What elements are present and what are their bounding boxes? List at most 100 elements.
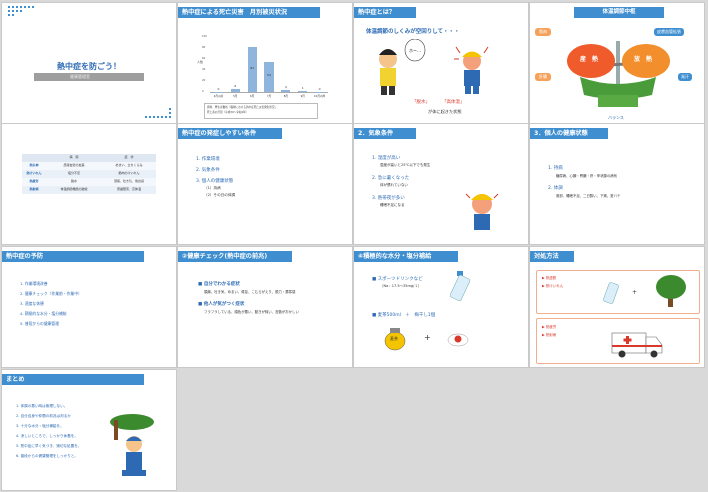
list-item: 6. 普段からの健康管理をしっかりと。 [16,454,79,458]
slide-chart[interactable]: 熱中症による死亡災害 月別被災状況 人数 100 80 60 40 20 0 0… [178,3,352,123]
slide-title-bar: ④積極的な水分・塩分補給 [354,251,458,262]
note-line: 死亡者の月別（平成30〜令和4年） [207,111,249,114]
slide-title-bar: 対処方法 [530,251,574,262]
table-row: 熱けいれん 塩分不足 筋肉のけいれん [22,170,156,178]
table-cell: 病 態 [69,155,79,159]
label-sweating: 発汗 [678,73,692,81]
umeboshi-icon [447,333,469,347]
slide-summary[interactable]: まとめ 1. 体調の悪い時は無理しない。 2. 自分自身や仲間の前兆は判るか 3… [2,370,176,490]
list-item: 1. 持病 [548,166,563,171]
list-item: 2. 自分自身や仲間の前兆は判るか [16,414,71,418]
list-item: 1. 作業環境 [196,157,220,162]
table-row: 熱射病 体温調節機能の破綻 意識障害、高体温 [22,186,156,194]
tree-shade-icon [656,275,686,307]
table-cell: 症 状 [124,155,134,159]
case-label: ▶ 熱射病 [542,333,557,337]
slide-title-bar: 熱中症による死亡災害 月別被災状況 [178,7,320,18]
list-item: 5. 普段からの健康管理 [20,321,60,326]
symptom-table: 病 態 症 状熱失神 皮膚血管の拡張 めまい、立ちくらみ 熱けいれん 塩分不足 筋肉のけいれ… [2,154,176,194]
label-muscle: 筋肉 [535,28,551,36]
slide-personal-health[interactable]: 3．個人の健康状態 1. 持病 糖尿病、心臓・腎臓・肝・甲状腺の病気 2. 体調… [530,124,704,244]
slide-title-bar: まとめ [2,374,144,385]
list-detail: 湿度が高いと25℃以下でも発生 [380,163,431,167]
slide-symptom-table[interactable]: 病 態 症 状熱失神 皮膚血管の拡張 めまい、立ちくらみ 熱けいれん 塩分不足 筋肉のけいれ… [2,124,176,244]
x-tick-label: 6月 [250,95,255,98]
list-item: 1. 体調の悪い時は無理しない。 [16,404,68,408]
tea-label: 麦茶 [390,336,398,341]
center-label: 体温調節中枢 [574,7,664,18]
list-item: 2. 気象条件 [196,168,220,173]
label-liver: 肝臓 [535,73,551,81]
list-detail: 風邪、睡眠不足、二日酔い、下痢、夏バテ [556,194,621,198]
x-tick-label: 10月以降 [314,95,326,98]
list-item: 5. 熱中症に早く気づき、適切な処置を。 [16,444,82,448]
balance-label: バランス [608,115,624,120]
bottle-icon [450,271,471,302]
subtitle: 体温調節のしくみが空回りして・・・ [366,29,460,35]
table-cell: 頭痛、吐き気、倦怠感 [113,179,144,183]
case-label: ▶ 熱けいれん [542,284,564,288]
list-item: 3. 個人の健康状態 [196,179,234,184]
slide-weather[interactable]: 2．気象条件 1. 湿度が高い 湿度が高いと25℃以下でも発生 2. 急に暑くな… [354,124,528,244]
slide-title-bar: 熱中症の発症しやすい条件 [178,128,282,139]
table-cell: 皮膚血管の拡張 [63,163,85,167]
bar-value-label: 4 [284,84,287,89]
slide-title-bar: 熱中症の予防 [2,251,144,262]
list-detail: 糖尿病、心臓・腎臓・肝・甲状腺の病気 [556,174,618,178]
ytick: 80 [202,46,206,49]
list-item: 4. 涼しいところで、しっかり休養を。 [16,434,78,438]
plus-sign: + [424,333,431,342]
table-cell: 熱射病 [29,187,39,191]
slide-conditions[interactable]: 熱中症の発症しやすい条件 1. 作業環境 2. 気象条件 3. 個人の健康状態 … [178,124,352,244]
slide-response[interactable]: 対処方法 ▶ 熱虚脱 ▶ 熱けいれん + ▶ 熱疲労 ▶ 熱射病 [530,247,704,367]
slide-what-is-heatstroke[interactable]: 熱中症とは？ 体温調節のしくみが空回りして・・・ ホー… 「脱水」 「高体温」 … [354,3,528,123]
table-cell [22,154,46,162]
table-cell: 意識障害、高体温 [116,187,141,191]
y-axis-ticks: 100 80 60 40 20 0 [202,35,208,93]
list-detail: （Na：17.5〜35mg/ｌ） [380,284,422,288]
list-item: 2. 体調 [548,186,563,191]
ytick: 60 [202,57,206,60]
plot-area: 0 6 81 54 4 1 0 [210,37,328,93]
x-tick-label: 4月以前 [213,95,224,98]
list-item: ■ 麦茶500ml ＋ 梅干し1個 [372,313,436,318]
list-item: 1. 作業環境改善 [20,281,48,286]
bar-value-label: 0 [217,87,220,91]
table-row: 熱失神 皮膚血管の拡張 めまい、立ちくらみ [22,162,156,170]
list-item: 4. 積極的な水分・塩分補給 [20,311,67,316]
source-note: 資料：厚生労働省「職場における熱中症死亡災害発生状況」 死亡者の月別（平成30〜… [204,103,318,119]
list-item: 2. 健康チェック（作業前・作業中） [20,291,82,296]
list-item: ■ スポーツドリンクなど [372,277,423,282]
table-cell: 塩分不足 [67,171,80,175]
list-subitem: （1）持病 [204,186,221,190]
heat-release-label: 放 熱 [634,56,653,63]
bar-value-label: 1 [301,86,304,91]
list-item: 1. 湿度が高い [372,156,401,161]
slide-health-check[interactable]: ②健康チェック(熱中症の前兆) ■ 自分でわかる症状 頭痛、吐き気、めまい、倦怠… [178,247,352,367]
x-tick-label: 8月 [283,95,288,98]
x-tick-label: 7月 [266,95,272,98]
chart-bar [298,91,308,92]
table-cell: 熱疲労 [29,179,39,183]
chart-bar [230,88,240,92]
list-item: 3. 熱帯夜が多い [372,196,405,201]
slide-title-text: 熱中症を防ごう！ [57,62,121,71]
list-item: ■ 他人が気がつく症状 [198,302,245,307]
list-detail: 睡眠不足になる [380,203,405,207]
table-cell: 脱水 [70,179,77,183]
chart-bar [314,91,325,92]
plus-sign: + [632,289,638,296]
slide-thermoregulation[interactable]: 体温調節中枢 筋肉 肝臓 皮膚血管拡張 発汗 産 熱 放 熱 バランス [530,3,704,123]
subtitle: 健康管理室 [70,73,90,79]
list-item: ■ 自分でわかる症状 [198,282,240,287]
caption: が体に起きた状態 [428,109,462,114]
heat-production-label: 産 熱 [580,56,599,63]
slide-hydration[interactable]: ④積極的な水分・塩分補給 ■ スポーツドリンクなど （Na：17.5〜35mg/… [354,247,528,367]
slide-title-bar: 熱中症とは？ [354,7,416,18]
list-item: 2. 急に暑くなった [372,176,410,181]
slide-prevention[interactable]: 熱中症の予防 1. 作業環境改善 2. 健康チェック（作業前・作業中） 3. 適… [2,247,176,367]
slide-title[interactable]: 熱中症を防ごう！ 健康管理室 [2,3,176,123]
keyword-hyperthermia: 「高体温」 [442,100,465,105]
list-detail: フラフラしている、顔色が悪い、動きが鈍い、言動がおかしい [204,310,299,314]
slide-title-bar: 2．気象条件 [354,128,416,139]
